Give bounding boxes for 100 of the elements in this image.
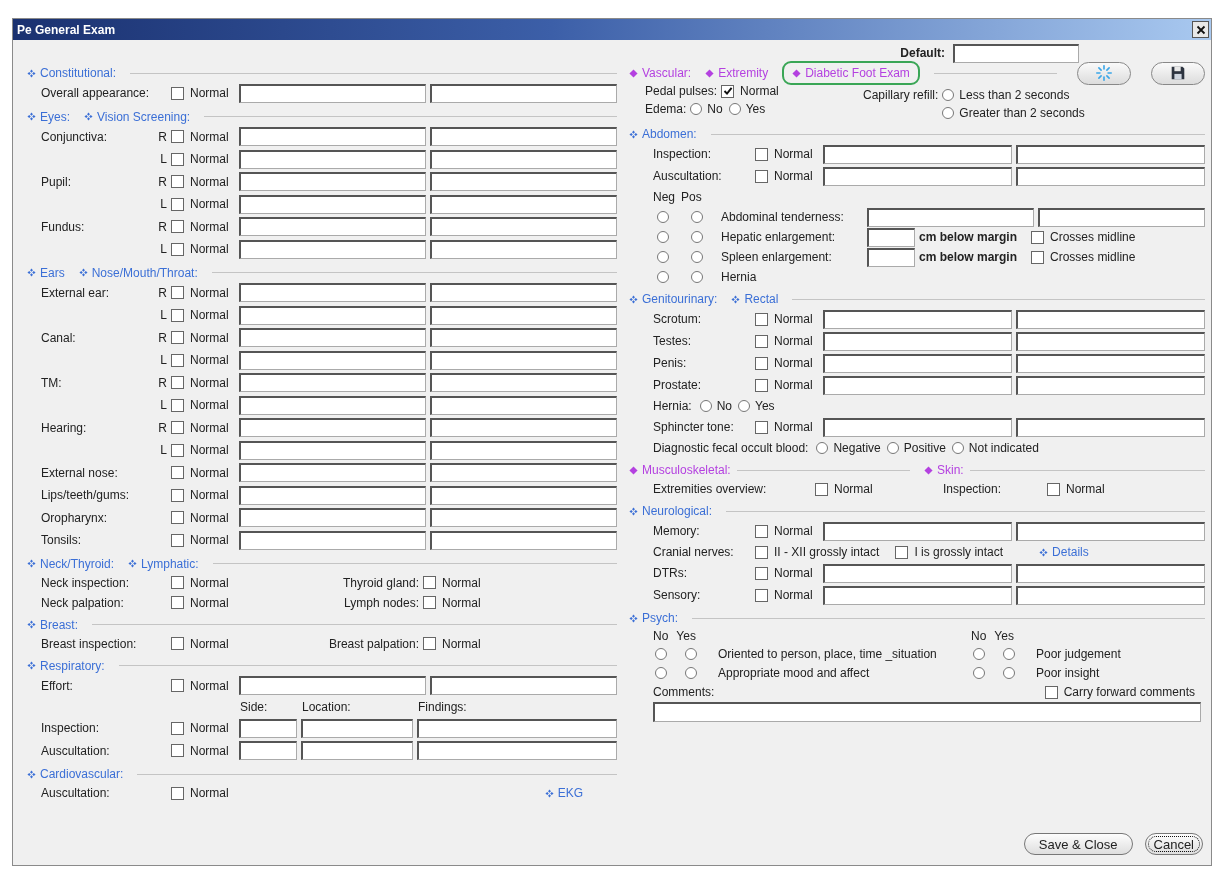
comments-field[interactable] xyxy=(653,702,1201,722)
checkbox-label[interactable]: Normal xyxy=(190,375,229,390)
checkbox[interactable] xyxy=(895,545,909,559)
section-link[interactable]: Skin: xyxy=(924,463,964,477)
checkbox-label[interactable]: Normal xyxy=(442,636,481,651)
checkbox[interactable] xyxy=(755,378,768,392)
text-field[interactable] xyxy=(429,283,617,303)
text-field[interactable] xyxy=(822,144,1012,164)
checkbox[interactable] xyxy=(1031,250,1045,264)
text-field[interactable] xyxy=(238,328,426,348)
radio-button[interactable] xyxy=(657,231,669,243)
radio-button[interactable] xyxy=(728,103,741,115)
checkbox[interactable] xyxy=(1044,685,1058,699)
checkbox-label[interactable]: Normal xyxy=(190,595,229,610)
radio-button[interactable] xyxy=(691,251,703,263)
checkbox-label[interactable]: Normal xyxy=(190,533,229,548)
checkbox-label[interactable]: Normal xyxy=(190,308,229,323)
checkbox[interactable] xyxy=(1047,482,1060,496)
radio-label[interactable]: No xyxy=(716,399,733,413)
checkbox[interactable] xyxy=(171,398,184,412)
checkbox[interactable] xyxy=(755,312,768,326)
ekg-link[interactable]: EKG xyxy=(544,786,583,800)
checkbox[interactable] xyxy=(755,588,768,602)
checkbox[interactable] xyxy=(171,353,184,367)
checkbox[interactable] xyxy=(423,596,436,609)
text-field[interactable] xyxy=(429,305,617,325)
text-field[interactable] xyxy=(822,331,1012,351)
checkbox-label[interactable]: Normal xyxy=(774,420,813,434)
text-field[interactable] xyxy=(238,440,426,460)
text-field[interactable] xyxy=(1015,166,1205,186)
checkbox[interactable] xyxy=(171,220,184,234)
checkbox-label[interactable]: Normal xyxy=(442,595,481,610)
text-field[interactable] xyxy=(1015,375,1205,395)
radio-label[interactable]: No xyxy=(707,102,723,116)
findings-field[interactable] xyxy=(416,741,617,761)
checkbox-label[interactable]: Carry forward comments xyxy=(1063,685,1195,699)
checkbox[interactable] xyxy=(171,130,184,144)
checkbox-label[interactable]: Normal xyxy=(774,378,813,392)
text-field[interactable] xyxy=(238,530,426,550)
checkbox-label[interactable]: Normal xyxy=(774,312,813,326)
checkbox-label[interactable]: Normal xyxy=(774,356,813,370)
checkbox-label[interactable]: Normal xyxy=(190,86,229,101)
checkbox[interactable] xyxy=(171,443,184,457)
text-field[interactable] xyxy=(1015,309,1205,329)
checkbox-label[interactable]: Normal xyxy=(1066,482,1105,496)
text-field[interactable] xyxy=(238,149,426,169)
radio-label[interactable]: Less than 2 seconds xyxy=(959,88,1070,102)
radio-button[interactable] xyxy=(816,442,829,454)
text-field[interactable] xyxy=(429,328,617,348)
radio-button[interactable] xyxy=(657,271,669,283)
location-field[interactable] xyxy=(300,741,413,761)
radio-button[interactable] xyxy=(690,103,703,115)
radio-label[interactable]: Not indicated xyxy=(968,441,1039,455)
text-field[interactable] xyxy=(238,283,426,303)
radio-button[interactable] xyxy=(691,211,703,223)
checkbox[interactable] xyxy=(755,169,768,183)
text-field[interactable] xyxy=(238,217,426,237)
text-field[interactable] xyxy=(1015,417,1205,437)
text-field[interactable] xyxy=(822,166,1012,186)
checkbox[interactable] xyxy=(171,197,184,211)
radio-button[interactable] xyxy=(973,647,985,660)
radio-button[interactable] xyxy=(738,400,751,412)
checkbox-label[interactable]: Normal xyxy=(774,169,813,183)
checkbox-label[interactable]: II - XII grossly intact xyxy=(774,545,880,559)
checkbox[interactable] xyxy=(171,376,184,390)
text-field[interactable] xyxy=(238,350,426,370)
checkbox-label[interactable]: Normal xyxy=(190,219,229,234)
checkbox-label[interactable]: Normal xyxy=(740,84,779,98)
checkbox[interactable] xyxy=(171,466,184,480)
checkbox[interactable] xyxy=(755,566,768,580)
section-link[interactable]: Genitourinary: xyxy=(629,292,718,306)
text-field[interactable] xyxy=(822,417,1012,437)
checkbox[interactable] xyxy=(171,533,184,547)
checkbox[interactable] xyxy=(755,356,768,370)
section-link[interactable]: Nose/Mouth/Throat: xyxy=(78,265,198,280)
text-field[interactable] xyxy=(822,375,1012,395)
checkbox[interactable] xyxy=(171,744,184,758)
checkbox-label[interactable]: Normal xyxy=(190,575,229,590)
toolbar-button[interactable] xyxy=(1151,61,1205,85)
radio-button[interactable] xyxy=(886,442,899,454)
close-button[interactable] xyxy=(1192,21,1209,38)
checkbox-label[interactable]: Normal xyxy=(442,575,481,590)
text-field[interactable] xyxy=(429,508,617,528)
text-field[interactable] xyxy=(238,127,426,147)
checkbox[interactable] xyxy=(171,286,184,300)
text-field[interactable] xyxy=(429,172,617,192)
radio-button[interactable] xyxy=(655,647,667,660)
text-field[interactable] xyxy=(429,127,617,147)
checkbox-label[interactable]: Normal xyxy=(190,152,229,167)
text-field[interactable] xyxy=(238,83,426,103)
radio-button[interactable] xyxy=(699,400,712,412)
checkbox[interactable] xyxy=(171,331,184,345)
section-link[interactable]: Vision Screening: xyxy=(84,109,191,124)
checkbox-label[interactable]: Normal xyxy=(774,566,813,580)
text-field[interactable] xyxy=(429,194,617,214)
checkbox[interactable] xyxy=(171,679,184,693)
checkbox[interactable] xyxy=(755,334,768,348)
text-field[interactable] xyxy=(867,207,1034,227)
default-field[interactable] xyxy=(953,43,1079,63)
location-field[interactable] xyxy=(300,718,413,738)
